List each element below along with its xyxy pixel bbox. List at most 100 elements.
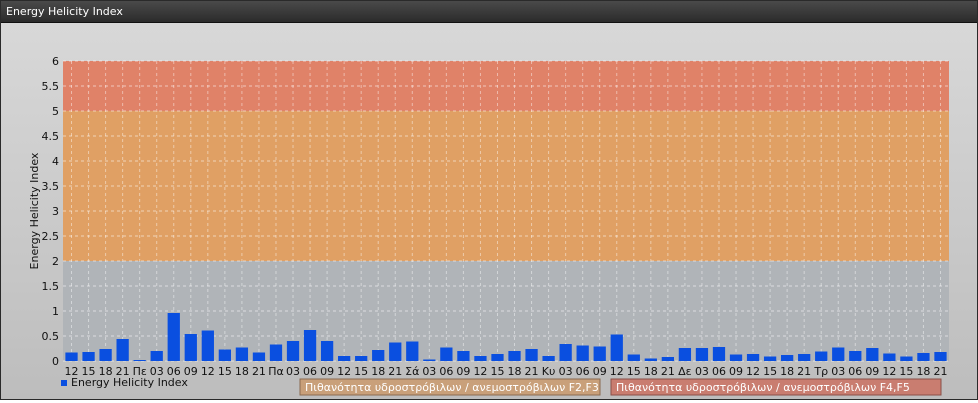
y-tick-label: 2	[52, 255, 59, 268]
x-tick-label: 06	[576, 365, 590, 378]
x-tick-label: 21	[933, 365, 947, 378]
chart-container: 0 0.5 1 1.5 2 2.5 3 3.5 4 4.5 5 5.5 6 12 15 18 21 Πε 03 06…	[1, 23, 977, 399]
x-tick-label: 03	[831, 365, 845, 378]
bar	[320, 341, 334, 361]
legend-band2-label: Πιθανότητα υδροστρόβιλων / ανεμοστρόβιλω…	[616, 381, 910, 394]
bar	[184, 334, 197, 361]
bar	[269, 344, 283, 361]
bar	[201, 330, 214, 361]
legend-band1-label: Πιθανότητα υδροστρόβιλων / ανεμοστρόβιλω…	[305, 381, 599, 394]
bar	[235, 347, 249, 361]
bar	[781, 355, 794, 361]
bar	[338, 356, 351, 361]
bar	[695, 348, 709, 361]
x-tick-labels: 12 15 18 21 Πε 03 06 09 12 15 18 21 Πα 03 06 09 12 15 18 21…	[65, 365, 948, 378]
bar	[900, 356, 913, 361]
bar	[389, 342, 402, 361]
x-tick-label: 03	[695, 365, 709, 378]
x-tick-label: 15	[763, 365, 777, 378]
bar	[542, 356, 555, 361]
x-tick-label: 03	[559, 365, 573, 378]
x-tick-label: 18	[644, 365, 658, 378]
bar	[252, 352, 266, 361]
x-tick-label: 03	[422, 365, 436, 378]
x-tick-label: 21	[388, 365, 402, 378]
x-tick-label: 09	[729, 365, 743, 378]
bar	[355, 356, 368, 361]
bar	[82, 352, 95, 361]
x-tick-label: 15	[490, 365, 504, 378]
x-tick-label: 06	[848, 365, 862, 378]
bar	[644, 358, 657, 361]
bar	[883, 353, 896, 361]
bar	[917, 353, 930, 361]
bar	[712, 347, 726, 361]
chart-window: Energy Helicity Index 0 0.5 1 1.5 2 2.5 3 3.5 4 4…	[0, 0, 978, 400]
x-tick-label: 12	[882, 365, 896, 378]
bar	[116, 339, 129, 361]
legend-series-swatch	[61, 380, 67, 386]
legend: Energy Helicity Index Πιθανότητα υδροστρ…	[61, 376, 942, 396]
bar	[457, 351, 470, 361]
bar	[678, 348, 692, 361]
bar	[474, 356, 487, 361]
x-tick-label: 12	[473, 365, 487, 378]
x-tick-label: Κυ	[542, 365, 556, 378]
bar	[167, 313, 180, 361]
x-tick-label: 06	[439, 365, 453, 378]
x-tick-label: 18	[780, 365, 794, 378]
x-tick-label: 21	[252, 365, 266, 378]
x-tick-label: 09	[593, 365, 607, 378]
bar	[99, 349, 112, 361]
y-tick-label: 0.5	[42, 330, 60, 343]
x-tick-label: 15	[218, 365, 232, 378]
bar	[610, 334, 623, 361]
y-tick-label: 3	[52, 205, 59, 218]
x-tick-label: Σά	[405, 365, 419, 378]
bar	[440, 347, 453, 361]
bar	[849, 351, 862, 361]
y-tick-label: 4.5	[42, 130, 60, 143]
x-tick-label: 21	[525, 365, 539, 378]
x-tick-label: 18	[508, 365, 522, 378]
bar	[763, 356, 777, 361]
x-tick-label: 09	[865, 365, 879, 378]
legend-series-label: Energy Helicity Index	[71, 376, 188, 389]
bar	[661, 357, 674, 361]
window-title: Energy Helicity Index	[6, 5, 123, 18]
y-tick-label: 5.5	[42, 80, 60, 93]
x-tick-label: 12	[201, 365, 215, 378]
bar	[508, 351, 521, 361]
bar	[866, 348, 879, 361]
x-tick-label: 18	[371, 365, 385, 378]
y-tick-label: 2.5	[42, 230, 60, 243]
bar	[559, 344, 572, 361]
bar	[729, 354, 743, 361]
y-tick-label: 0	[52, 355, 59, 368]
title-bar: Energy Helicity Index	[1, 1, 977, 23]
x-tick-label: 03	[286, 365, 300, 378]
x-tick-label: 06	[712, 365, 726, 378]
bar	[150, 351, 163, 361]
x-tick-label: 09	[320, 365, 334, 378]
x-tick-label: 21	[661, 365, 675, 378]
bar	[372, 350, 385, 361]
bar	[525, 349, 538, 361]
x-tick-label: 18	[235, 365, 249, 378]
bar	[303, 330, 317, 361]
bar	[65, 352, 78, 361]
x-tick-label: 18	[916, 365, 930, 378]
x-tick-label: 06	[303, 365, 317, 378]
bar	[593, 346, 606, 361]
x-tick-label: 15	[354, 365, 368, 378]
y-tick-label: 6	[52, 55, 59, 68]
x-tick-label: Δε	[678, 365, 692, 378]
bar	[218, 349, 231, 361]
x-tick-label: 12	[746, 365, 760, 378]
y-tick-label: 5	[52, 105, 59, 118]
y-tick-label: 1.5	[42, 280, 60, 293]
bar	[832, 347, 845, 361]
bar	[406, 341, 419, 361]
y-tick-label: 3.5	[42, 180, 60, 193]
y-tick-label: 1	[52, 305, 59, 318]
